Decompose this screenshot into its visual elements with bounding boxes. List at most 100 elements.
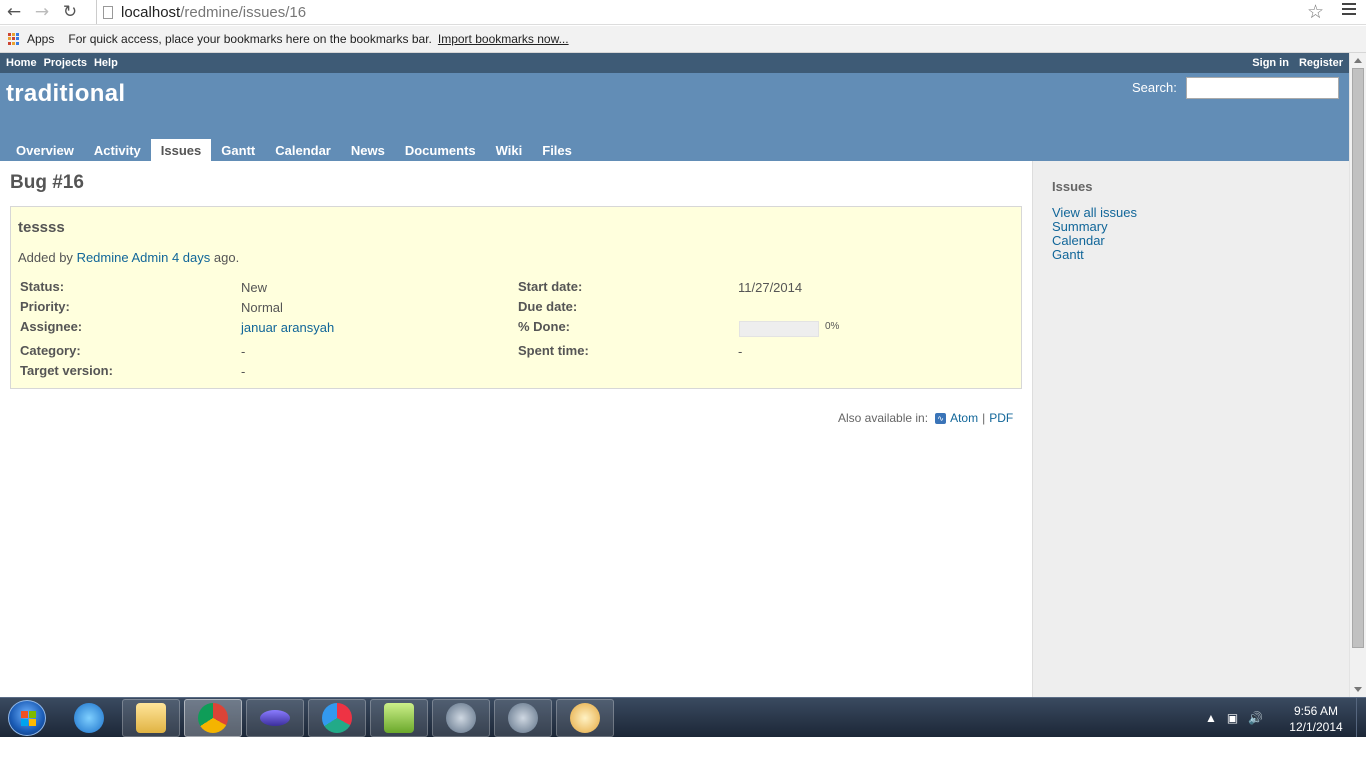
tab-files[interactable]: Files [532,139,582,161]
status-value: New [241,280,268,295]
network-icon[interactable]: ▣ [1227,711,1238,725]
browser-toolbar: ← → ↻ localhost/redmine/issues/16 ☆ [0,0,1366,25]
internet-explorer-icon[interactable] [60,699,118,737]
age-suffix: ago. [213,250,240,265]
issue-box: tessss Added by Redmine Admin 4 days ago… [10,206,1022,389]
sidebar-calendar[interactable]: Calendar [1052,234,1137,248]
sidebar-gantt[interactable]: Gantt [1052,248,1137,262]
tab-calendar[interactable]: Calendar [265,139,341,161]
issue-heading: Bug #16 [10,172,84,193]
project-header: traditional Search: Overview Activity Is… [0,73,1349,161]
tab-issues[interactable]: Issues [150,139,212,161]
tortoise-app-icon[interactable] [432,699,490,737]
chrome-icon[interactable] [184,699,242,737]
formats-separator: | [982,411,986,425]
scroll-down-icon[interactable] [1354,687,1362,692]
priority-value: Normal [241,300,283,315]
done-ratio-value: 0% [825,321,840,332]
start-button[interactable] [8,700,46,736]
sidebar-view-all-issues[interactable]: View all issues [1052,206,1137,220]
tortoise-app-2-icon[interactable] [494,699,552,737]
sidebar-links: View all issues Summary Calendar Gantt [1052,206,1137,262]
visual-studio-icon[interactable] [246,699,304,737]
author-link[interactable]: Redmine Admin [77,250,169,265]
issue-age-link[interactable]: 4 days [172,250,210,265]
system-tray: ▲ ▣ 🔊 [1205,698,1263,738]
sidebar: Issues View all issues Summary Calendar … [1032,161,1349,697]
clock-date: 12/1/2014 [1289,720,1343,734]
scrollbar-thumb[interactable] [1352,68,1364,648]
clock-time: 9:56 AM [1293,704,1339,718]
bookmarks-bar: Apps For quick access, place your bookma… [0,26,1366,53]
start-date-value: 11/27/2014 [738,280,803,295]
project-title: traditional [6,80,126,107]
top-menu-help[interactable]: Help [94,57,118,69]
tab-overview[interactable]: Overview [6,139,84,161]
issue-subject: tessss [18,219,65,236]
volume-icon[interactable]: 🔊 [1248,711,1263,725]
apps-link[interactable]: Apps [27,32,54,46]
other-formats-label: Also available in: [838,411,929,425]
url-host: localhost [121,3,181,21]
main-area: Bug #16 tessss Added by Redmine Admin 4 … [0,161,1349,697]
apps-icon[interactable] [8,33,20,45]
bookmarks-hint: For quick access, place your bookmarks h… [68,32,432,46]
other-formats: Also available in: ∿ Atom | PDF [838,411,1013,425]
forward-arrow-icon[interactable]: → [28,0,56,24]
tab-gantt[interactable]: Gantt [211,139,265,161]
notepad-plus-plus-icon[interactable] [370,699,428,737]
target-version-value: - [241,364,246,379]
target-version-label: Target version: [20,363,113,378]
tab-activity[interactable]: Activity [84,139,151,161]
spent-time-value: - [738,344,743,359]
reload-icon[interactable]: ↻ [56,0,84,24]
category-label: Category: [20,343,81,358]
top-menu: Home Projects Help Sign in Register [0,53,1349,73]
show-desktop-button[interactable] [1356,698,1366,738]
done-ratio-label: % Done: [518,319,570,334]
page-icon [103,5,113,19]
project-tabs: Overview Activity Issues Gantt Calendar … [6,139,582,161]
sign-in-link[interactable]: Sign in [1252,57,1289,69]
url-path: /redmine/issues/16 [180,3,307,21]
scroll-up-icon[interactable] [1354,58,1362,63]
page-scrollbar[interactable] [1349,53,1366,697]
file-explorer-icon[interactable] [122,699,180,737]
sidebar-title: Issues [1052,179,1093,194]
tab-documents[interactable]: Documents [395,139,486,161]
atom-link[interactable]: Atom [950,411,978,425]
import-bookmarks-link[interactable]: Import bookmarks now... [438,32,569,46]
register-link[interactable]: Register [1299,57,1343,69]
category-value: - [241,344,246,359]
screen-bottom [0,737,1366,768]
windows-taskbar: ▲ ▣ 🔊 9:56 AM 12/1/2014 [0,697,1366,738]
tab-news[interactable]: News [341,139,395,161]
author-prefix: Added by [18,250,73,265]
assignee-link[interactable]: januar aransyah [241,320,334,335]
status-label: Status: [20,279,65,294]
show-hidden-icons-icon[interactable]: ▲ [1205,711,1217,725]
due-date-label: Due date: [518,299,578,314]
account-menu: Sign in Register [1252,57,1343,69]
bookmark-star-icon[interactable]: ☆ [1307,1,1324,23]
tab-wiki[interactable]: Wiki [486,139,533,161]
rss-feed-icon: ∿ [935,412,947,424]
top-menu-home[interactable]: Home [6,57,37,69]
chrome-canary-icon[interactable] [308,699,366,737]
issue-author-line: Added by Redmine Admin 4 days ago. [18,250,239,265]
search-label: Search: [1132,80,1177,95]
assignee-label: Assignee: [20,319,83,334]
pdf-link[interactable]: PDF [989,411,1013,425]
back-arrow-icon[interactable]: ← [0,0,28,24]
address-bar[interactable]: localhost/redmine/issues/16 [96,0,1330,24]
search-input[interactable] [1186,77,1339,99]
sidebar-summary[interactable]: Summary [1052,220,1137,234]
top-menu-projects[interactable]: Projects [44,57,87,69]
start-date-label: Start date: [518,279,583,294]
paint-icon[interactable] [556,699,614,737]
done-progress-bar [739,321,819,337]
browser-menu-icon[interactable] [1342,3,1356,18]
spent-time-label: Spent time: [518,343,589,358]
priority-label: Priority: [20,299,70,314]
taskbar-clock[interactable]: 9:56 AM 12/1/2014 [1284,703,1348,735]
